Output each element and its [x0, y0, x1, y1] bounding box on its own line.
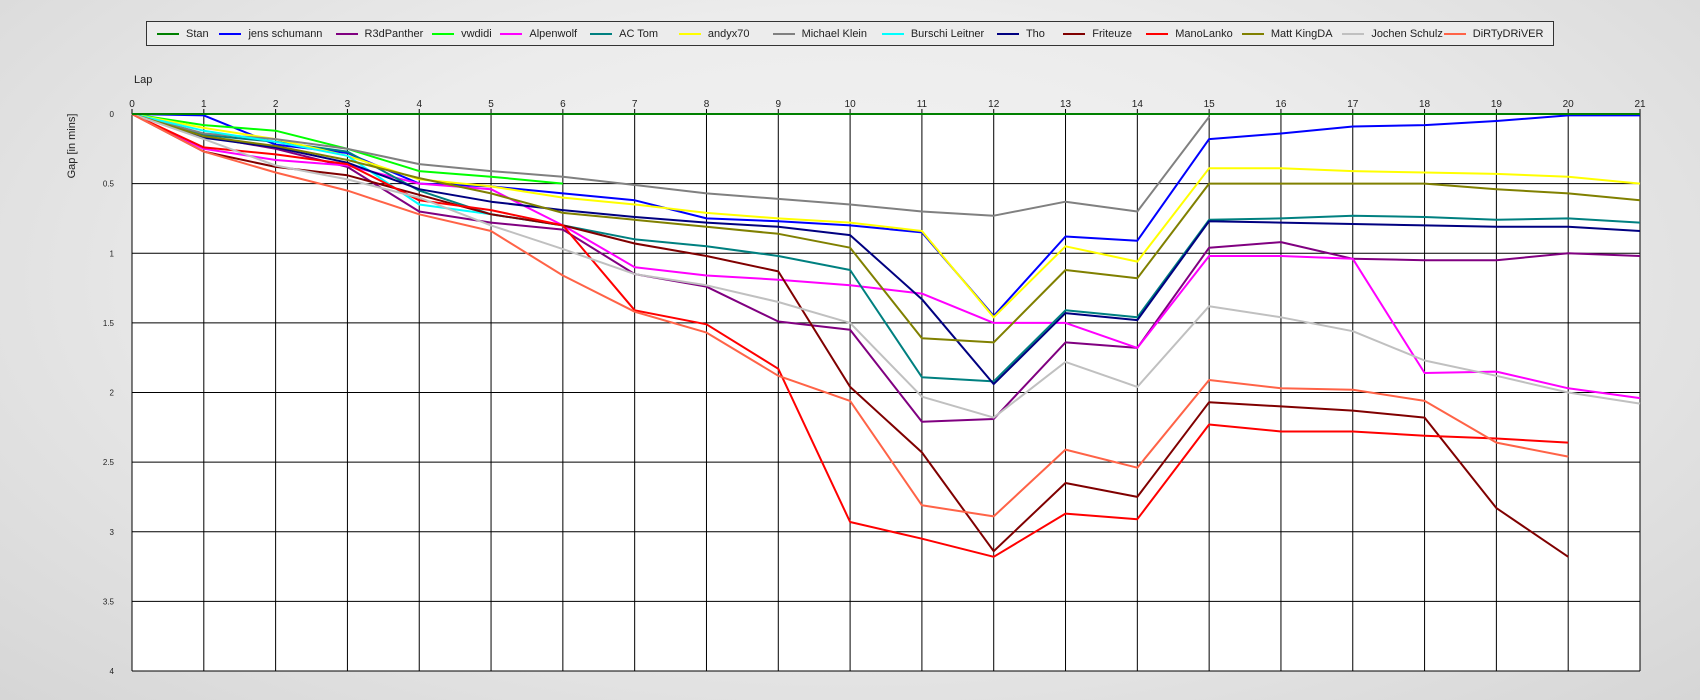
x-tick-label: 3 [345, 99, 351, 110]
line-chart: 0 1 2 3 4 5 6 7 8 9 10 11 12 13 14 15 16 17 18 19 20 2100.511… [103, 99, 1646, 676]
x-tick-label: 6 [560, 99, 566, 110]
y-tick-label: 1.5 [103, 319, 115, 328]
x-tick-label: 2 [273, 99, 279, 110]
y-tick-label: 3.5 [103, 597, 115, 606]
x-tick-label: 0 [129, 99, 135, 110]
y-tick-label: 0.5 [103, 180, 115, 189]
y-tick-label: 1 [110, 249, 115, 258]
x-tick-label: 13 [1060, 99, 1072, 110]
x-tick-label: 12 [988, 99, 1000, 110]
x-tick-label: 4 [416, 99, 422, 110]
y-tick-label: 2.5 [103, 458, 115, 467]
x-tick-label: 11 [917, 99, 928, 110]
x-tick-label: 16 [1275, 99, 1287, 110]
y-tick-label: 4 [110, 667, 115, 676]
x-tick-label: 19 [1491, 99, 1503, 110]
x-tick-label: 18 [1419, 99, 1431, 110]
x-tick-label: 10 [845, 99, 857, 110]
x-tick-label: 20 [1563, 99, 1575, 110]
x-tick-label: 8 [704, 99, 710, 110]
x-tick-label: 5 [488, 99, 494, 110]
y-tick-label: 3 [110, 528, 115, 537]
x-tick-label: 9 [776, 99, 782, 110]
x-tick-label: 17 [1347, 99, 1359, 110]
x-tick-label: 1 [201, 99, 207, 110]
x-tick-label: 7 [632, 99, 638, 110]
x-tick-label: 14 [1132, 99, 1144, 110]
x-tick-label: 21 [1634, 99, 1646, 110]
y-tick-label: 2 [110, 389, 115, 398]
y-tick-label: 0 [110, 110, 115, 119]
x-tick-label: 15 [1204, 99, 1216, 110]
